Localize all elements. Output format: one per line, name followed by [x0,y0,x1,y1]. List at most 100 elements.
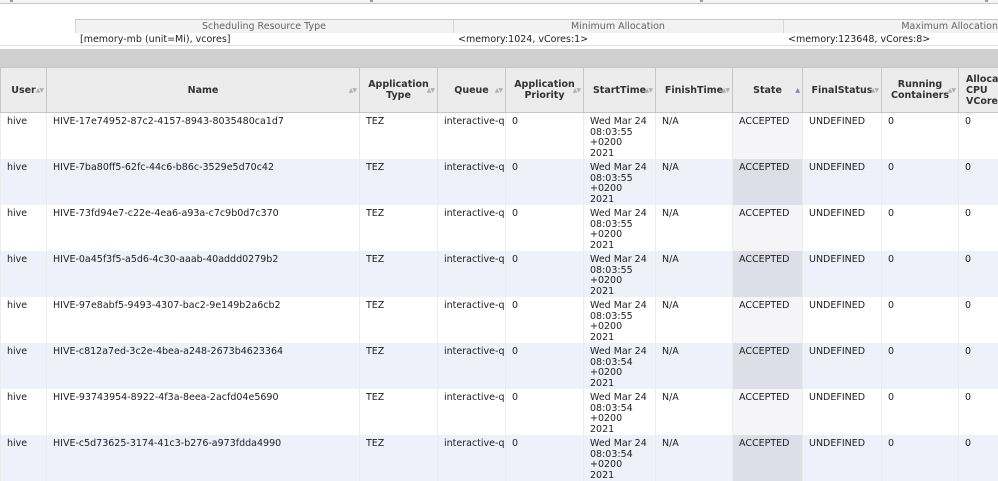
column-header-finalstatus[interactable]: FinalStatus▲▼ [803,68,882,113]
column-header-application-priority[interactable]: Application Priority▲▼ [506,68,584,113]
sort-arrows-icon: ▲▼ [722,85,729,96]
cell-name[interactable]: HIVE-7ba80ff5-62fc-44c6-b86c-3529e5d70c4… [47,159,360,205]
cell-finishtime: N/A [656,113,733,160]
cell-application-type: TEZ [360,343,438,389]
cell-finalstatus: UNDEFINED [803,251,882,297]
cell-allocated-vcores: 0 [959,205,998,251]
cell-finishtime: N/A [656,435,733,481]
cell-allocated-vcores: 0 [959,297,998,343]
table-row: hiveHIVE-93743954-8922-4f3a-8eea-2acfd04… [1,389,998,435]
table-row: hiveHIVE-0a45f3f5-a5d6-4c30-aaab-40addd0… [1,251,998,297]
sort-arrows-icon: ▲▼ [573,85,580,96]
column-header-label: State [753,85,782,96]
cell-name[interactable]: HIVE-c5d73625-3174-41c3-b276-a973fdda499… [47,435,360,481]
cell-priority: 0 [506,113,584,160]
column-header-label: Running Containers [891,79,949,101]
cell-allocated-vcores: 0 [959,113,998,160]
column-header-application-type[interactable]: Application Type▲▼ [360,68,438,113]
column-header-running-containers[interactable]: Running Containers▲▼ [882,68,959,113]
cell-queue: interactive-q [438,251,506,297]
sort-arrows-icon: ▲▼ [36,85,43,96]
cell-queue: interactive-q [438,343,506,389]
cell-state: ACCEPTED [733,251,803,297]
cell-state: ACCEPTED [733,389,803,435]
cell-finalstatus: UNDEFINED [803,297,882,343]
cell-queue: interactive-q [438,297,506,343]
cell-finishtime: N/A [656,343,733,389]
cell-finishtime: N/A [656,205,733,251]
cell-running-containers: 0 [882,389,959,435]
cell-name[interactable]: HIVE-0a45f3f5-a5d6-4c30-aaab-40addd0279b… [47,251,360,297]
cell-finalstatus: UNDEFINED [803,113,882,160]
cell-finalstatus: UNDEFINED [803,435,882,481]
cell-user: hive [1,205,47,251]
cell-user: hive [1,113,47,160]
cell-state: ACCEPTED [733,343,803,389]
cell-name[interactable]: HIVE-c812a7ed-3c2e-4bea-a248-2673b462336… [47,343,360,389]
sort-ascending-icon: ▲ [795,85,799,96]
cell-name[interactable]: HIVE-17e74952-87c2-4157-8943-8035480ca1d… [47,113,360,160]
cell-user: hive [1,435,47,481]
cell-application-type: TEZ [360,113,438,160]
cell-allocated-vcores: 0 [959,251,998,297]
column-header-name[interactable]: Name▲▼ [47,68,360,113]
cell-user: hive [1,343,47,389]
column-header-state[interactable]: State ▲ [733,68,803,113]
column-header-queue[interactable]: Queue▲▼ [438,68,506,113]
column-header-user[interactable]: User▲▼ [1,68,47,113]
cell-application-type: TEZ [360,389,438,435]
scheduling-resource-type-header: Scheduling Resource Type [75,20,453,34]
applications-table: User▲▼ Name▲▼ Application Type▲▼ Queue▲▼… [0,67,998,481]
cell-starttime: Wed Mar 24 08:03:55 +0200 2021 [584,113,656,160]
cell-application-type: TEZ [360,251,438,297]
cell-application-type: TEZ [360,435,438,481]
cell-application-type: TEZ [360,205,438,251]
cell-starttime: Wed Mar 24 08:03:54 +0200 2021 [584,343,656,389]
scheduler-value-spacer [0,33,75,46]
cell-state: ACCEPTED [733,297,803,343]
cell-application-type: TEZ [360,159,438,205]
cell-starttime: Wed Mar 24 08:03:55 +0200 2021 [584,297,656,343]
cell-queue: interactive-q [438,205,506,251]
cell-queue: interactive-q [438,389,506,435]
maximum-allocation-value: <memory:123648, vCores:8> [783,33,998,46]
minimum-allocation-value: <memory:1024, vCores:1> [453,33,783,46]
sort-arrows-icon: ▲▼ [645,85,652,96]
column-header-label: User [11,85,36,96]
cell-finishtime: N/A [656,251,733,297]
column-header-starttime[interactable]: StartTime▲▼ [584,68,656,113]
minimum-allocation-header: Minimum Allocation [453,20,783,34]
cell-running-containers: 0 [882,251,959,297]
cell-finishtime: N/A [656,159,733,205]
cell-finalstatus: UNDEFINED [803,205,882,251]
cell-user: hive [1,159,47,205]
cell-running-containers: 0 [882,343,959,389]
cell-priority: 0 [506,297,584,343]
cell-running-containers: 0 [882,113,959,160]
cell-allocated-vcores: 0 [959,343,998,389]
column-header-finishtime[interactable]: FinishTime▲▼ [656,68,733,113]
column-header-label: FinalStatus [812,85,873,96]
cell-starttime: Wed Mar 24 08:03:54 +0200 2021 [584,435,656,481]
cell-name[interactable]: HIVE-93743954-8922-4f3a-8eea-2acfd04e569… [47,389,360,435]
top-scroll-edge [0,0,998,4]
table-row: hiveHIVE-c812a7ed-3c2e-4bea-a248-2673b46… [1,343,998,389]
table-row: hiveHIVE-73fd94e7-c22e-4ea6-a93a-c7c9b0d… [1,205,998,251]
cell-user: hive [1,297,47,343]
cell-application-type: TEZ [360,297,438,343]
cell-running-containers: 0 [882,297,959,343]
cell-name[interactable]: HIVE-97e8abf5-9493-4307-bac2-9e149b2a6cb… [47,297,360,343]
cell-name[interactable]: HIVE-73fd94e7-c22e-4ea6-a93a-c7c9b0d7c37… [47,205,360,251]
table-toolbar-band [0,49,998,67]
cell-starttime: Wed Mar 24 08:03:55 +0200 2021 [584,205,656,251]
cell-finishtime: N/A [656,389,733,435]
cell-priority: 0 [506,435,584,481]
cell-priority: 0 [506,205,584,251]
cell-queue: interactive-q [438,435,506,481]
cell-queue: interactive-q [438,159,506,205]
cell-priority: 0 [506,251,584,297]
cell-running-containers: 0 [882,435,959,481]
sort-arrows-icon: ▲▼ [495,85,502,96]
column-header-allocated-cpu-vcores[interactable]: Allocated CPU VCores [959,68,998,113]
table-row: hiveHIVE-17e74952-87c2-4157-8943-8035480… [1,113,998,160]
